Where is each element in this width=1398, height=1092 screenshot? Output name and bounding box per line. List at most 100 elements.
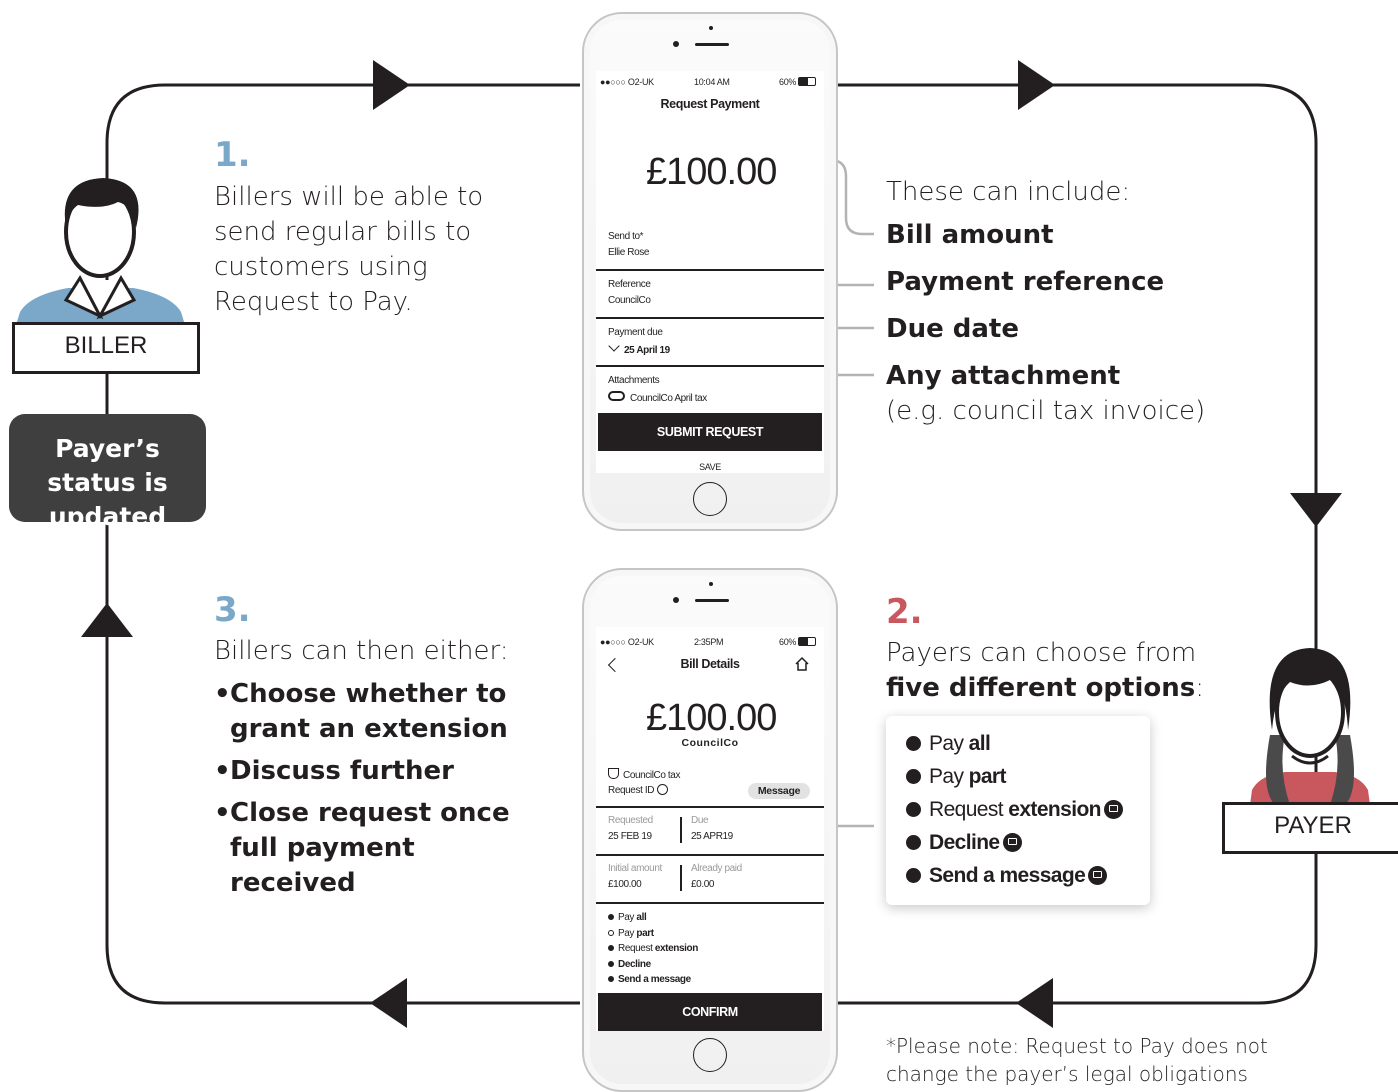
bullet-icon xyxy=(608,914,614,920)
bullet-icon xyxy=(906,736,921,751)
bullet-icon xyxy=(906,769,921,784)
option-decline[interactable]: Decline xyxy=(906,828,1022,858)
save-button[interactable]: SAVE xyxy=(596,462,824,472)
reference-label: Reference xyxy=(608,279,651,290)
option-bold: extension xyxy=(1008,798,1101,821)
mini-option-bold: Decline xyxy=(618,959,651,970)
mini-option-bold: all xyxy=(636,912,647,923)
arrow-left-icon xyxy=(370,978,407,1028)
initial-amount-label: Initial amount xyxy=(608,863,662,874)
status-time: 10:04 AM xyxy=(694,77,730,87)
includes-heading: These can include: xyxy=(886,177,1131,207)
mini-option-plain: Pay xyxy=(618,928,637,939)
attachment-item[interactable]: CouncilCo April tax xyxy=(608,391,707,404)
option-plain: Pay xyxy=(929,732,969,755)
due-value: 25 APR19 xyxy=(691,831,733,842)
battery-icon xyxy=(798,77,816,86)
payment-due-label: Payment due xyxy=(608,327,663,338)
mini-option-request-extension[interactable]: Request extension xyxy=(608,943,698,954)
bullet-icon xyxy=(608,961,614,967)
step-2-intro-end: : xyxy=(1195,673,1204,703)
option-bold: all xyxy=(968,732,991,755)
step-1-text: Billers will be able to send regular bil… xyxy=(214,182,484,317)
include-payment-reference: Payment reference xyxy=(886,267,1165,297)
submit-request-button[interactable]: SUBMIT REQUEST xyxy=(598,413,822,451)
sensor-icon xyxy=(709,26,713,30)
option-send-message[interactable]: Send a message xyxy=(906,861,1108,891)
phone-request-payment: ●●○○○ O2-UK 10:04 AM 60% Request Payment… xyxy=(582,12,838,531)
step-3-bullet: Close request once full payment received xyxy=(214,796,544,901)
biller-avatar-icon xyxy=(16,178,185,325)
home-button-icon xyxy=(693,1038,727,1072)
status-time: 2:35PM xyxy=(694,637,724,647)
home-icon[interactable] xyxy=(794,656,810,672)
bullet-icon xyxy=(906,868,921,883)
mini-option-decline[interactable]: Decline xyxy=(608,959,651,970)
option-plain: Pay xyxy=(929,765,969,788)
step-3-number: 3. xyxy=(214,590,251,630)
phone-2-screen: ●●○○○ O2-UK 2:35PM 60% Bill Details £100… xyxy=(596,627,824,1031)
speaker-icon xyxy=(695,43,729,46)
bullet-icon xyxy=(906,802,921,817)
status-badge: Payer’s status is updated xyxy=(9,414,206,531)
payer-label: PAYER xyxy=(1222,802,1398,854)
battery-icon xyxy=(798,637,816,646)
request-id: Request ID xyxy=(608,784,669,796)
arrow-left-icon xyxy=(1016,978,1053,1028)
payment-due-field[interactable]: 25 April 19 xyxy=(608,340,670,356)
bill-name: CouncilCo tax xyxy=(608,768,680,781)
status-battery: 60% xyxy=(779,637,797,647)
mini-option-send-message[interactable]: Send a message xyxy=(608,974,691,985)
shield-check-icon xyxy=(608,768,619,779)
include-note: (e.g. council tax invoice) xyxy=(886,396,1206,426)
status-carrier: ●●○○○ O2-UK xyxy=(600,637,654,647)
status-carrier: ●●○○○ O2-UK xyxy=(600,77,654,87)
mini-option-bold: extension xyxy=(654,943,698,954)
message-button[interactable]: Message xyxy=(748,783,810,799)
mini-option-pay-all[interactable]: Pay all xyxy=(608,912,647,923)
mini-option-plain: Request xyxy=(618,943,655,954)
step-3-bullet: Choose whether to grant an extension xyxy=(214,677,544,747)
already-paid-value: £0.00 xyxy=(691,879,715,890)
arrow-up-icon xyxy=(81,603,133,637)
mini-option-pay-part[interactable]: Pay part xyxy=(608,928,654,939)
initial-amount-value: £100.00 xyxy=(608,879,642,890)
arrow-down-icon xyxy=(1290,493,1342,527)
confirm-button[interactable]: CONFIRM xyxy=(598,993,822,1031)
message-icon xyxy=(1103,800,1123,819)
option-request-extension[interactable]: Request extension xyxy=(906,795,1123,825)
biller-label: BILLER xyxy=(12,322,200,374)
option-pay-all[interactable]: Pay all xyxy=(906,729,991,759)
requested-label: Requested xyxy=(608,815,653,826)
payer-avatar-icon xyxy=(1250,648,1370,805)
radio-icon xyxy=(608,930,614,936)
send-to-field[interactable]: Ellie Rose xyxy=(608,247,649,258)
message-icon xyxy=(1002,833,1022,852)
step-3-bullets: Choose whether to grant an extension Dis… xyxy=(214,677,544,908)
phone-1-screen: ●●○○○ O2-UK 10:04 AM 60% Request Payment… xyxy=(596,71,824,473)
option-pay-part[interactable]: Pay part xyxy=(906,762,1007,792)
request-id-text: Request ID xyxy=(608,785,655,796)
footnote: *Please note: Request to Pay does not ch… xyxy=(886,1034,1268,1086)
attachments-label: Attachments xyxy=(608,375,660,386)
option-bold: Send a message xyxy=(929,864,1086,887)
mini-option-plain: Pay xyxy=(618,912,637,923)
payment-due-value: 25 April 19 xyxy=(624,345,670,356)
bullet-icon xyxy=(608,976,614,982)
option-plain: Request xyxy=(929,798,1009,821)
home-button-icon xyxy=(693,482,727,516)
step-2-intro-bold: five different options xyxy=(886,673,1196,703)
step-2-intro-plain: Payers can choose from xyxy=(886,638,1197,668)
bullet-icon xyxy=(608,945,614,951)
step-2-intro: Payers can choose from five different op… xyxy=(886,636,1206,706)
screen-title: Request Payment xyxy=(660,97,760,111)
speaker-icon xyxy=(695,599,729,602)
amount-display: £100.00 xyxy=(646,697,777,739)
reference-field[interactable]: CouncilCo xyxy=(608,295,651,306)
sensor-icon xyxy=(709,582,713,586)
send-to-label: Send to* xyxy=(608,231,644,242)
phone-bill-details: ●●○○○ O2-UK 2:35PM 60% Bill Details £100… xyxy=(582,568,838,1092)
info-icon[interactable] xyxy=(657,784,669,795)
step-3-bullet: Discuss further xyxy=(214,754,544,789)
include-bill-amount: Bill amount xyxy=(886,220,1054,250)
